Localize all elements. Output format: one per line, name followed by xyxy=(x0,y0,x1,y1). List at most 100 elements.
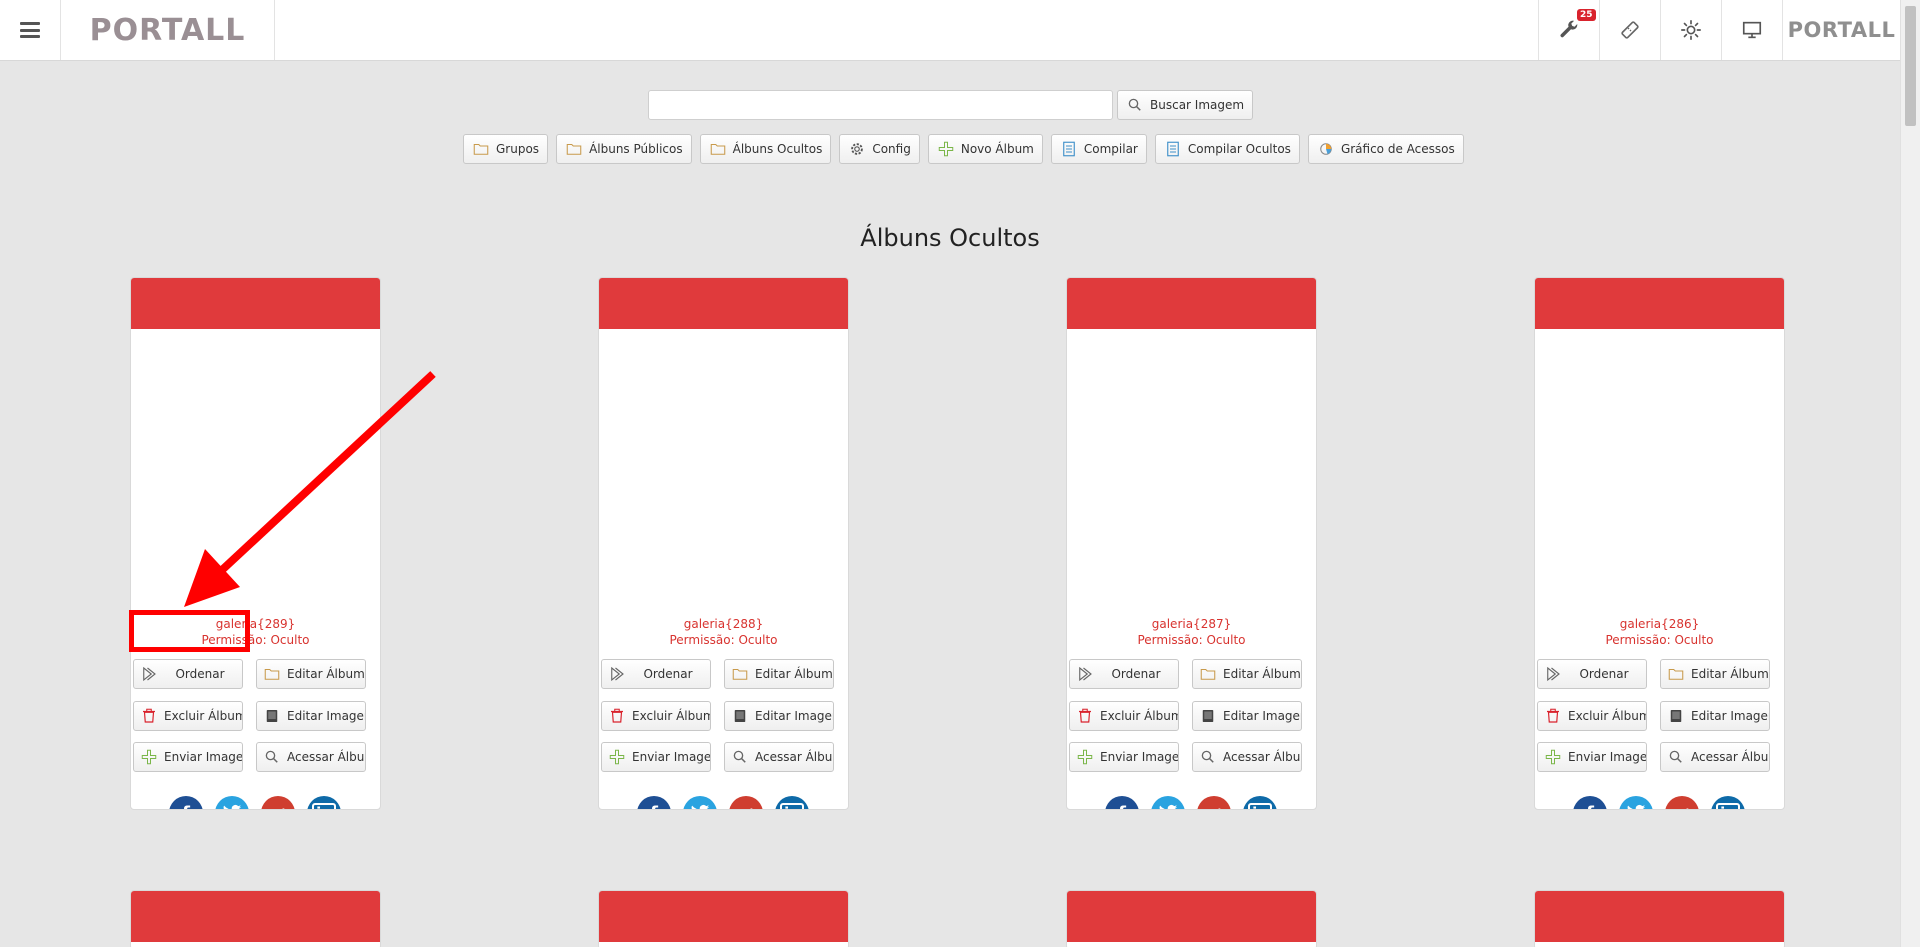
notification-badge: 25 xyxy=(1577,9,1596,21)
excluir-album-label: Excluir Álbum xyxy=(1100,709,1179,723)
page-scrollbar[interactable] xyxy=(1900,0,1920,947)
grafico-acessos-button[interactable]: Gráfico de Acessos xyxy=(1307,134,1464,164)
acessar-album-label: Acessar Álbum xyxy=(287,750,365,764)
twitter-bird-icon xyxy=(1159,804,1178,809)
excluir-album-label: Excluir Álbum xyxy=(164,709,243,723)
image-icon xyxy=(1202,710,1214,722)
editar-imagens-button[interactable]: Editar Imagens xyxy=(256,701,366,731)
googleplus-glyph: g+ xyxy=(1202,804,1225,809)
excluir-album-button[interactable]: Excluir Álbum xyxy=(133,701,243,731)
twitter-icon[interactable] xyxy=(1619,796,1653,809)
googleplus-icon[interactable]: g+ xyxy=(261,796,295,809)
acessar-album-label: Acessar Álbum xyxy=(1223,750,1301,764)
facebook-icon[interactable]: f xyxy=(169,796,203,809)
facebook-glyph: f xyxy=(1586,803,1594,810)
enviar-imagens-button[interactable]: Enviar Imagens xyxy=(1069,742,1179,772)
excluir-album-button[interactable]: Excluir Álbum xyxy=(1069,701,1179,731)
enviar-imagens-button[interactable]: Enviar Imagens xyxy=(1537,742,1647,772)
enviar-imagens-label: Enviar Imagens xyxy=(1568,750,1647,764)
acessar-album-label: Acessar Álbum xyxy=(755,750,833,764)
enviar-imagens-label: Enviar Imagens xyxy=(1100,750,1179,764)
linkedin-icon[interactable]: in xyxy=(1243,796,1277,809)
menu-button[interactable] xyxy=(0,0,61,60)
album-card-header xyxy=(131,891,380,942)
search-icon xyxy=(1128,98,1141,111)
novo-album-button[interactable]: Novo Álbum xyxy=(927,134,1043,164)
config-button[interactable]: Config xyxy=(839,134,920,164)
enviar-imagens-button[interactable]: Enviar Imagens xyxy=(133,742,243,772)
brightness-button[interactable] xyxy=(1660,0,1721,60)
linkedin-icon[interactable]: in xyxy=(775,796,809,809)
acessar-album-button[interactable]: Acessar Álbum xyxy=(1660,742,1770,772)
folder-icon xyxy=(566,143,582,155)
trash-icon xyxy=(1079,708,1091,723)
album-card-header xyxy=(131,278,380,329)
editar-album-button[interactable]: Editar Álbum xyxy=(1660,659,1770,689)
albuns-publicos-button[interactable]: Álbuns Públicos xyxy=(556,134,692,164)
tools-button[interactable]: 25 xyxy=(1538,0,1599,60)
ordenar-button[interactable]: Ordenar xyxy=(601,659,711,689)
ordenar-button[interactable]: Ordenar xyxy=(133,659,243,689)
social-share: f g+ in xyxy=(637,796,809,809)
logo-link[interactable]: PORTALL xyxy=(61,0,275,60)
editar-imagens-button[interactable]: Editar Imagens xyxy=(1660,701,1770,731)
search-button[interactable]: Buscar Imagem xyxy=(1117,90,1254,120)
editar-album-button[interactable]: Editar Álbum xyxy=(724,659,834,689)
album-card-partial xyxy=(1066,890,1317,947)
excluir-album-button[interactable]: Excluir Álbum xyxy=(1537,701,1647,731)
album-card: galeria{289} Permissão: Oculto Ordenar E… xyxy=(130,277,381,810)
folder-icon xyxy=(732,668,748,680)
top-bar: PORTALL 25 PORTALL xyxy=(0,0,1900,61)
logo-right[interactable]: PORTALL xyxy=(1782,0,1900,60)
sun-icon xyxy=(1681,20,1701,40)
scrollbar-thumb[interactable] xyxy=(1905,6,1916,126)
compilar-ocultos-button[interactable]: Compilar Ocultos xyxy=(1154,134,1300,164)
facebook-icon[interactable]: f xyxy=(1573,796,1607,810)
linkedin-icon[interactable]: in xyxy=(1711,796,1745,809)
twitter-icon[interactable] xyxy=(1151,796,1185,809)
album-card-header xyxy=(1067,891,1316,942)
top-right-actions: 25 PORTALL xyxy=(1538,0,1900,60)
googleplus-glyph: g+ xyxy=(734,804,757,809)
acessar-album-label: Acessar Álbum xyxy=(1691,750,1769,764)
twitter-icon[interactable] xyxy=(215,796,249,809)
editar-album-button[interactable]: Editar Álbum xyxy=(256,659,366,689)
display-button[interactable] xyxy=(1721,0,1782,60)
ordenar-button[interactable]: Ordenar xyxy=(1069,659,1179,689)
album-card-partial xyxy=(598,890,849,947)
googleplus-icon[interactable]: g+ xyxy=(1665,796,1699,809)
folder-icon xyxy=(1668,668,1684,680)
ordenar-button[interactable]: Ordenar xyxy=(1537,659,1647,689)
plus-icon xyxy=(609,749,625,765)
googleplus-icon[interactable]: g+ xyxy=(1197,796,1231,809)
editar-imagens-button[interactable]: Editar Imagens xyxy=(1192,701,1302,731)
search-row: Buscar Imagem xyxy=(648,90,1254,120)
twitter-icon[interactable] xyxy=(683,796,717,809)
linkedin-icon[interactable]: in xyxy=(307,796,341,809)
search-icon xyxy=(1201,750,1214,763)
album-card-header xyxy=(1535,891,1784,942)
acessar-album-button[interactable]: Acessar Álbum xyxy=(1192,742,1302,772)
album-name: galeria{286} xyxy=(1619,617,1700,631)
googleplus-icon[interactable]: g+ xyxy=(729,796,763,809)
compilar-button[interactable]: Compilar xyxy=(1050,134,1147,164)
hamburger-icon xyxy=(20,22,40,38)
acessar-album-button[interactable]: Acessar Álbum xyxy=(724,742,834,772)
folder-icon xyxy=(264,668,280,680)
search-input[interactable] xyxy=(648,90,1113,120)
excluir-album-button[interactable]: Excluir Álbum xyxy=(601,701,711,731)
search-icon xyxy=(265,750,278,763)
ticket-button[interactable] xyxy=(1599,0,1660,60)
acessar-album-button[interactable]: Acessar Álbum xyxy=(256,742,366,772)
enviar-imagens-label: Enviar Imagens xyxy=(632,750,711,764)
editar-imagens-label: Editar Imagens xyxy=(287,709,365,723)
grupos-button[interactable]: Grupos xyxy=(463,134,549,164)
editar-album-button[interactable]: Editar Álbum xyxy=(1192,659,1302,689)
logo: PORTALL xyxy=(89,12,246,48)
editar-imagens-button[interactable]: Editar Imagens xyxy=(724,701,834,731)
albuns-ocultos-button[interactable]: Álbuns Ocultos xyxy=(699,134,832,164)
facebook-icon[interactable]: f xyxy=(637,796,671,809)
albuns-publicos-label: Álbuns Públicos xyxy=(589,142,683,156)
facebook-icon[interactable]: f xyxy=(1105,796,1139,809)
enviar-imagens-button[interactable]: Enviar Imagens xyxy=(601,742,711,772)
